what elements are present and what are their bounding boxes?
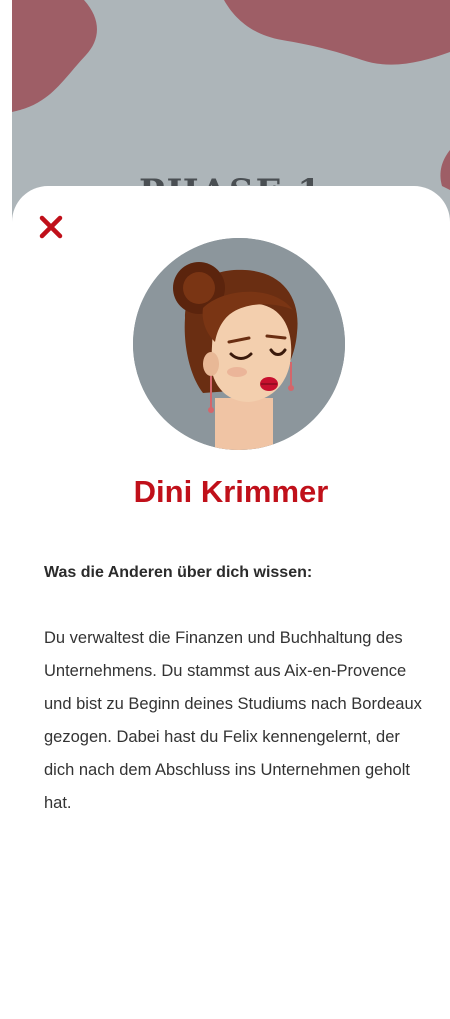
close-button[interactable] xyxy=(36,212,66,242)
profile-sheet: Dini Krimmer Was die Anderen über dich w… xyxy=(12,186,450,1019)
section-title: Was die Anderen über dich wissen: xyxy=(44,564,313,581)
avatar-illustration xyxy=(133,238,345,450)
screen: PHASE 1 xyxy=(0,0,450,1019)
profile-description: Du verwaltest die Finanzen und Buchhaltu… xyxy=(44,629,422,812)
avatar xyxy=(133,238,345,450)
profile-name: Dini Krimmer xyxy=(133,474,329,509)
close-icon xyxy=(39,215,63,239)
